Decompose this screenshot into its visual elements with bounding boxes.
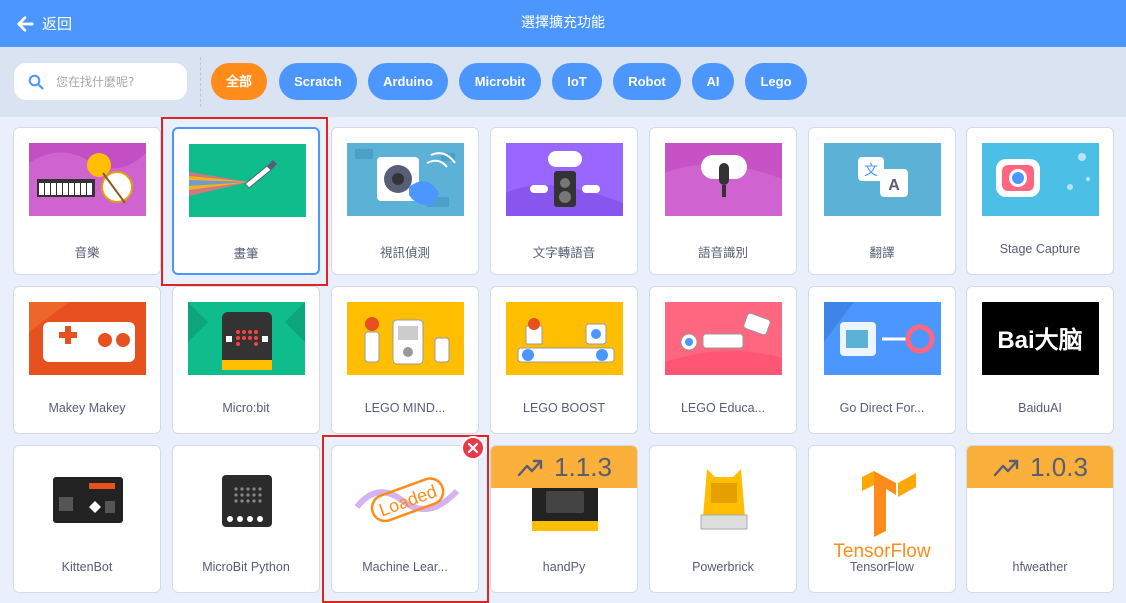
filter-bar: 全部 Scratch Arduino Microbit IoT Robot AI… [0, 47, 1126, 117]
extension-label: Stage Capture [999, 242, 1081, 256]
extension-label: Makey Makey [48, 401, 126, 415]
makey-makey-thumbnail [29, 302, 146, 375]
extension-card-stage-capture[interactable]: Stage Capture [966, 127, 1114, 275]
page-title: 選擇擴充功能 [521, 15, 605, 31]
speech-recognition-thumbnail [665, 143, 782, 216]
filter-robot[interactable]: Robot [613, 63, 681, 100]
extension-label: KittenBot [61, 560, 113, 574]
version-text: 1.1.3 [554, 451, 612, 482]
lego-boost-thumbnail [506, 302, 623, 375]
extension-card-speech-recognition[interactable]: 語音識別 [649, 127, 797, 275]
baiduai-logo-text: Bai大脑 [997, 326, 1082, 354]
extension-card-tensorflow[interactable]: TensorFlow TensorFlow [808, 445, 956, 593]
version-text: 1.0.3 [1030, 451, 1088, 482]
extension-label: 視訊偵測 [379, 246, 430, 260]
extension-card-hfweather[interactable]: 1.0.3 hfweather [966, 445, 1114, 593]
extension-card-translate[interactable]: 文A 翻譯 [808, 127, 956, 275]
extension-label: handPy [542, 560, 586, 574]
baiduai-logo: Bai大脑 [982, 302, 1099, 375]
extension-label: Powerbrick [692, 560, 754, 574]
tensorflow-logo-text: TensorFlow [833, 541, 930, 559]
search-box[interactable] [14, 63, 187, 100]
video-sensing-thumbnail [347, 143, 464, 216]
extension-label: 語音識別 [697, 246, 748, 260]
trend-up-icon [993, 459, 1019, 477]
microbit-thumbnail [188, 302, 305, 375]
kittenbot-thumbnail [29, 461, 146, 534]
trend-up-icon [517, 459, 543, 477]
extension-label: Micro:bit [222, 401, 270, 415]
extension-card-handpy[interactable]: 1.1.3 handPy [490, 445, 638, 593]
music-thumbnail [29, 143, 146, 216]
extension-label: TensorFlow [850, 560, 914, 574]
extension-label: Machine Lear... [362, 560, 448, 574]
text-to-speech-thumbnail [506, 143, 623, 216]
extension-card-baiduai[interactable]: Bai大脑 BaiduAI [966, 286, 1114, 434]
svg-text:文: 文 [864, 163, 878, 179]
version-badge: 1.0.3 [967, 446, 1113, 488]
filter-microbit[interactable]: Microbit [459, 63, 541, 100]
extension-label: LEGO Educa... [680, 401, 766, 415]
pen-thumbnail [189, 144, 306, 217]
extension-card-video-sensing[interactable]: 視訊偵測 [331, 127, 479, 275]
extension-label: 文字轉語音 [532, 246, 596, 260]
translate-thumbnail: 文A [824, 143, 941, 216]
filter-arduino[interactable]: Arduino [368, 63, 448, 100]
extension-card-powerbrick[interactable]: Powerbrick [649, 445, 797, 593]
filter-iot[interactable]: IoT [552, 63, 602, 100]
version-badge: 1.1.3 [491, 446, 637, 488]
extension-label: MicroBit Python [202, 560, 290, 574]
extension-label: BaiduAI [1018, 401, 1062, 415]
stage-capture-thumbnail [982, 143, 1099, 216]
extension-grid: 音樂 畫筆 視訊偵測 文字轉語音 語音識別 文A 翻譯 Stage Captur… [0, 117, 1126, 603]
go-direct-thumbnail [824, 302, 941, 375]
extension-label: 音樂 [74, 246, 100, 260]
filter-divider [200, 57, 201, 107]
extension-card-text-to-speech[interactable]: 文字轉語音 [490, 127, 638, 275]
extension-card-lego-mindstorms[interactable]: LEGO MIND... [331, 286, 479, 434]
header-bar: 返回 選擇擴充功能 [0, 0, 1126, 47]
extension-card-microbit[interactable]: Micro:bit [172, 286, 320, 434]
machine-learning-thumbnail: Loaded [347, 461, 464, 534]
extension-card-kittenbot[interactable]: KittenBot [13, 445, 161, 593]
extension-card-lego-boost[interactable]: LEGO BOOST [490, 286, 638, 434]
extension-label: 畫筆 [233, 247, 259, 261]
powerbrick-thumbnail [665, 461, 782, 534]
lego-education-thumbnail [665, 302, 782, 375]
filter-all[interactable]: 全部 [211, 63, 267, 100]
search-input[interactable] [56, 74, 176, 89]
close-icon [467, 442, 479, 454]
lego-mindstorms-thumbnail [347, 302, 464, 375]
extension-card-makey-makey[interactable]: Makey Makey [13, 286, 161, 434]
extension-label: LEGO MIND... [364, 401, 446, 415]
search-icon [28, 74, 44, 90]
remove-extension-button[interactable] [461, 436, 485, 460]
extension-card-lego-education[interactable]: LEGO Educa... [649, 286, 797, 434]
extension-card-pen[interactable]: 畫筆 [172, 127, 320, 275]
extension-label: Go Direct For... [839, 401, 925, 415]
extension-label: hfweather [1012, 560, 1068, 574]
extension-label: 翻譯 [869, 246, 895, 260]
microbit-python-thumbnail [188, 461, 305, 534]
extension-label: LEGO BOOST [523, 401, 605, 415]
extension-card-microbit-python[interactable]: MicroBit Python [172, 445, 320, 593]
extension-card-go-direct[interactable]: Go Direct For... [808, 286, 956, 434]
filter-scratch[interactable]: Scratch [279, 63, 357, 100]
filter-lego[interactable]: Lego [745, 63, 807, 100]
filter-ai[interactable]: AI [692, 63, 734, 100]
tensorflow-logo: TensorFlow [824, 461, 941, 559]
extension-card-music[interactable]: 音樂 [13, 127, 161, 275]
svg-text:A: A [888, 177, 900, 194]
extension-card-machine-learning[interactable]: Loaded Machine Lear... [331, 445, 479, 593]
